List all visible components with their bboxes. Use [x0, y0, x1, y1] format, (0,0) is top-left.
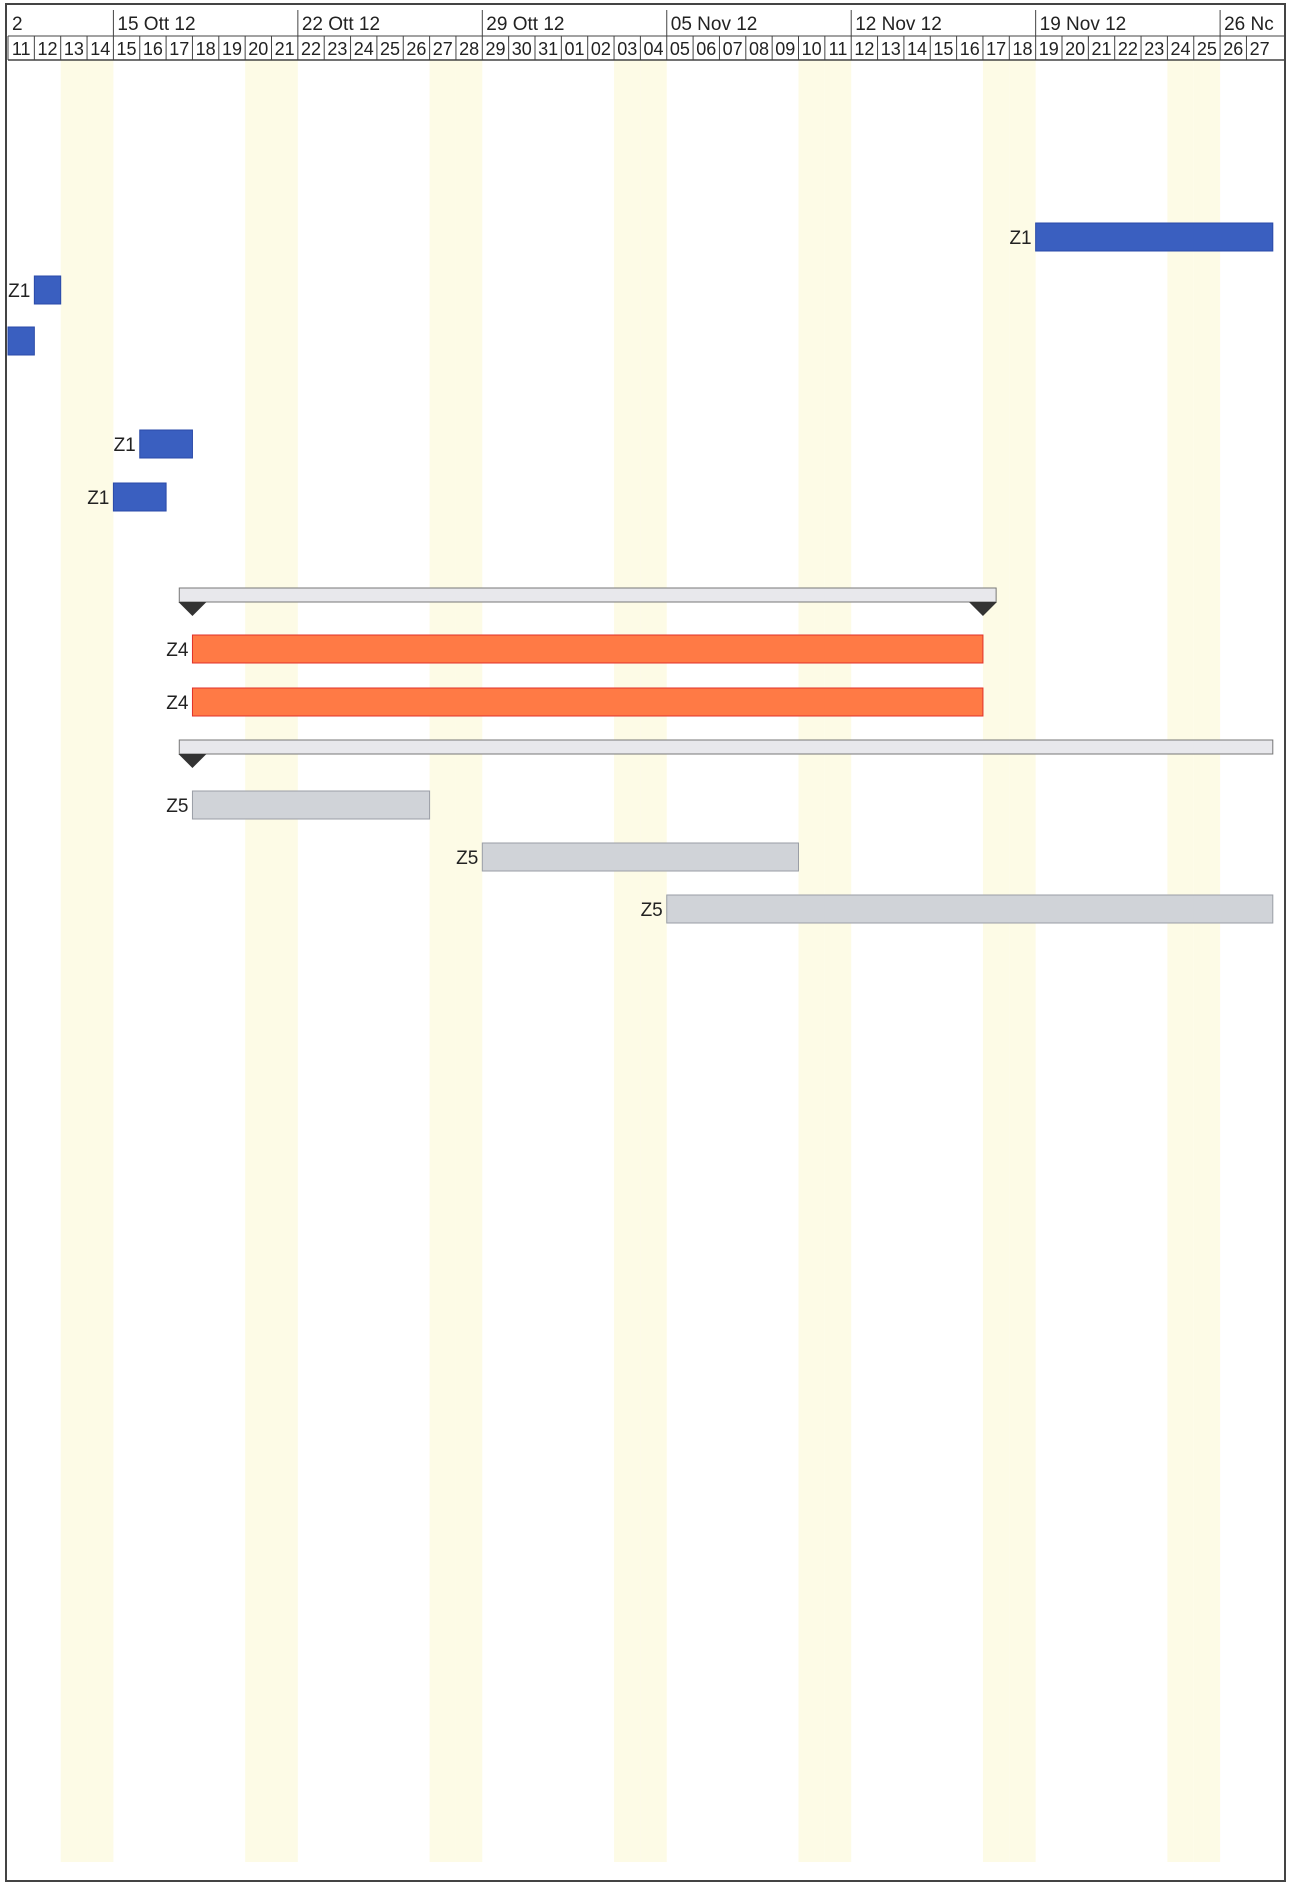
day-tick-label: 01: [565, 39, 585, 59]
day-tick-label: 16: [143, 39, 163, 59]
day-tick-label: 17: [986, 39, 1006, 59]
weekend-band: [87, 60, 114, 1862]
day-tick-label: 28: [459, 39, 479, 59]
task-bar: [481, 842, 799, 872]
milestone-marker: [178, 602, 207, 616]
week-header-label: 05 Nov 12: [671, 14, 758, 35]
weekend-band: [1193, 60, 1221, 1862]
day-tick-label: 23: [327, 39, 347, 59]
weekend-band: [429, 60, 456, 1862]
day-tick-label: 27: [433, 39, 453, 59]
day-tick-label: 24: [354, 39, 374, 59]
week-header-label: 19 Nov 12: [1040, 14, 1127, 35]
week-header-label: 12 Nov 12: [855, 14, 942, 35]
day-tick-label: 15: [933, 39, 953, 59]
weekend-band: [614, 60, 641, 1862]
day-tick-label: 12: [854, 39, 874, 59]
task-label: Z5: [456, 848, 478, 869]
day-tick-label: 10: [802, 39, 822, 59]
day-tick-label: 05: [670, 39, 690, 59]
weekend-band: [245, 60, 272, 1862]
day-tick-label: 22: [1118, 39, 1138, 59]
task-label: Z5: [166, 796, 188, 817]
task-bar: [666, 894, 1274, 924]
week-header-label: 2: [12, 14, 23, 35]
day-tick-label: 18: [196, 39, 216, 59]
day-tick-label: 21: [1092, 39, 1112, 59]
day-tick-label: 08: [749, 39, 769, 59]
summary-bar: [178, 739, 1274, 755]
day-tick-label: 12: [38, 39, 58, 59]
task-label: Z4: [166, 693, 189, 714]
day-tick-label: 20: [248, 39, 268, 59]
task-bar: [7, 326, 35, 356]
weekend-band: [1167, 60, 1194, 1862]
day-tick-label: 11: [12, 39, 31, 59]
task-label: Z5: [641, 900, 663, 921]
task-bar: [112, 482, 167, 512]
weekend-band: [1009, 60, 1036, 1862]
weekend-bands: [60, 60, 1221, 1862]
day-tick-label: 04: [644, 39, 664, 59]
day-tick-label: 18: [1012, 39, 1032, 59]
task-label: Z1: [8, 281, 30, 302]
day-tick-label: 25: [380, 39, 400, 59]
task-label: Z1: [114, 435, 136, 456]
day-tick-label: 21: [275, 39, 295, 59]
day-tick-label: 02: [591, 39, 611, 59]
gantt-chart: 2 15 Ott 12 22 Ott 12 29 Ott 12 05 Nov 12 12 …: [5, 3, 1286, 1882]
task-bar: [1035, 222, 1274, 252]
task-bar: [191, 790, 431, 820]
task-bar: [33, 275, 62, 305]
weekend-band: [60, 60, 88, 1862]
day-tick-label: 19: [222, 39, 242, 59]
day-tick-label: 13: [881, 39, 901, 59]
week-header-label: 26 Nc: [1224, 14, 1274, 35]
day-tick-label: 26: [1223, 39, 1243, 59]
day-tick-label: 29: [485, 39, 505, 59]
day-tick-label: 27: [1250, 39, 1270, 59]
day-tick-label: 20: [1065, 39, 1085, 59]
milestone-marker: [178, 754, 207, 768]
day-tick-label: 13: [64, 39, 84, 59]
task-bar: [191, 634, 984, 664]
task-label: Z1: [87, 488, 109, 509]
timeline-header: 2 15 Ott 12 22 Ott 12 29 Ott 12 05 Nov 12 12 …: [7, 10, 1285, 61]
day-tick-label: 11: [829, 39, 848, 59]
summary-bar: [178, 587, 997, 603]
day-tick-label: 14: [90, 39, 110, 59]
day-tick-label: 26: [406, 39, 426, 59]
weekend-band: [982, 60, 1010, 1862]
task-bar: [191, 687, 984, 717]
day-tick-label: 09: [775, 39, 795, 59]
day-tick-label: 14: [907, 39, 927, 59]
day-tick-label: 30: [512, 39, 532, 59]
day-tick-label: 06: [696, 39, 716, 59]
day-tick-label: 03: [617, 39, 637, 59]
week-header-label: 22 Ott 12: [302, 14, 380, 35]
task-label: Z1: [1009, 228, 1031, 249]
day-tick-label: 24: [1171, 39, 1191, 59]
day-tick-label: 15: [117, 39, 137, 59]
week-header-label: 29 Ott 12: [486, 14, 564, 35]
day-tick-label: 31: [538, 39, 558, 59]
weekend-band: [455, 60, 483, 1862]
day-tick-label: 07: [723, 39, 743, 59]
week-header-label: 15 Ott 12: [117, 14, 195, 35]
task-label: Z4: [166, 640, 189, 661]
day-tick-label: 19: [1039, 39, 1059, 59]
weekend-band: [271, 60, 298, 1862]
day-tick-label: 25: [1197, 39, 1217, 59]
task-bar: [139, 429, 193, 459]
weekend-band: [824, 60, 852, 1862]
weekend-band: [640, 60, 667, 1862]
day-tick-label: 22: [301, 39, 321, 59]
day-tick-label: 16: [960, 39, 980, 59]
day-tick-label: 17: [169, 39, 189, 59]
weekend-band: [798, 60, 825, 1862]
day-tick-label: 23: [1144, 39, 1164, 59]
